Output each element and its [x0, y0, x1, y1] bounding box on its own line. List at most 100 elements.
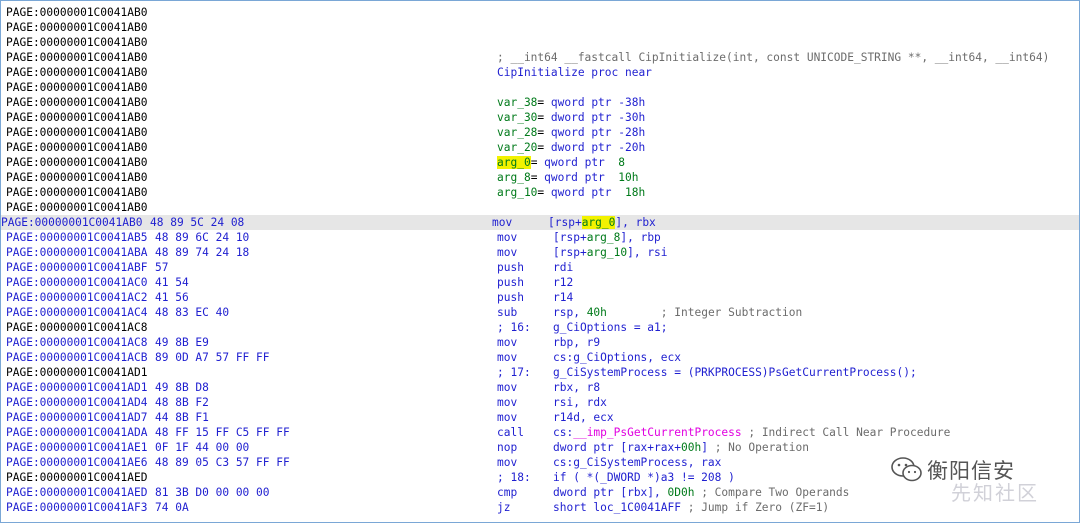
listing-line[interactable]: PAGE:00000001C0041AB0 var_30= dword ptr -… [6, 110, 1073, 125]
listing-line[interactable]: PAGE:00000001C0041AB0 var_28= qword ptr -… [6, 125, 1073, 140]
operand-column: r14d, ecx [553, 410, 614, 425]
listing-line[interactable]: PAGE:00000001C0041AF3 74 0A jz short loc_1C… [6, 500, 1073, 515]
mnemonic: call [497, 426, 524, 439]
operand-column: if ( *(_DWORD *)a3 != 208 ) [553, 470, 735, 485]
listing-line[interactable]: PAGE:00000001C0041AC2 41 56 push r14 [6, 290, 1073, 305]
opcode-bytes: 41 56 [155, 291, 189, 304]
instruction-column: mov [497, 335, 517, 350]
token[interactable]: 10h [618, 171, 638, 184]
operand-column: rbp, r9 [553, 335, 600, 350]
address: PAGE:00000001C0041AB0 [6, 6, 148, 19]
opcode-bytes: 0F 1F 44 00 00 [155, 441, 250, 454]
listing-line[interactable]: PAGE:00000001C0041AB0 arg_0= qword ptr 8 [6, 155, 1073, 170]
token[interactable]: var_20 [497, 141, 537, 154]
listing-line[interactable]: PAGE:00000001C0041AC8 ; 16: g_CiOptions = … [6, 320, 1073, 335]
token: g_CiOptions = a1; [553, 321, 668, 334]
listing-line[interactable]: PAGE:00000001C0041ABF 57 push rdi [6, 260, 1073, 275]
token: qword ptr [544, 156, 619, 169]
instruction-column: mov [497, 455, 517, 470]
token: r14 [553, 291, 574, 304]
comment: ; Jump if Zero (ZF=1) [680, 501, 830, 514]
token[interactable]: 0D0h [668, 486, 695, 499]
instruction-column: mov [497, 410, 517, 425]
token[interactable]: __imp_PsGetCurrentProcess [573, 426, 741, 439]
listing-line[interactable]: PAGE:00000001C0041AB0 [6, 80, 1073, 95]
token: rsp, [553, 306, 587, 319]
token[interactable]: 18h [625, 186, 645, 199]
instruction-column: cmp [497, 485, 517, 500]
token: ] [701, 441, 715, 454]
token[interactable]: var_28 [497, 126, 537, 139]
instruction-column: mov [497, 245, 517, 260]
mnemonic: mov [497, 456, 518, 469]
token: rsi, rdx [553, 396, 607, 409]
instruction-column: var_28= qword ptr -28h [497, 125, 645, 140]
instruction-column: CipInitialize proc near [497, 65, 652, 80]
operand-column: [rsp+arg_0], rbx [548, 215, 656, 230]
listing-line[interactable]: PAGE:00000001C0041AB0 ; __int64 __fastcal… [6, 50, 1073, 65]
token[interactable]: 00h [681, 441, 701, 454]
instruction-column: mov [497, 395, 517, 410]
listing-line[interactable]: PAGE:00000001C0041AB0 var_38= qword ptr -… [6, 95, 1073, 110]
token: ], rsi [627, 246, 668, 259]
instruction-column: ; __int64 __fastcall CipInitialize(int, … [497, 50, 1049, 65]
listing-line[interactable]: PAGE:00000001C0041AE1 0F 1F 44 00 00 nop dw… [6, 440, 1073, 455]
listing-line[interactable]: PAGE:00000001C0041AB0 [6, 35, 1073, 50]
listing-line[interactable]: PAGE:00000001C0041AB0 [6, 20, 1073, 35]
token: r12 [553, 276, 574, 289]
token[interactable]: arg_10 [587, 246, 627, 259]
listing-line[interactable]: PAGE:00000001C0041AB5 48 89 6C 24 10 mov [r… [6, 230, 1073, 245]
mnemonic: sub [497, 306, 518, 319]
token: qword ptr [550, 186, 625, 199]
listing-line[interactable]: PAGE:00000001C0041AC4 48 83 EC 40 sub rsp, … [6, 305, 1073, 320]
mnemonic: mov [497, 246, 518, 259]
token: [rsp+ [553, 231, 587, 244]
operand-column: dword ptr [rbx], 0D0h ; Compare Two Oper… [553, 485, 849, 500]
address: PAGE:00000001C0041AED [6, 486, 148, 499]
instruction-column: var_20= dword ptr -20h [497, 140, 645, 155]
token[interactable]: 40h [587, 306, 607, 319]
listing-line[interactable]: PAGE:00000001C0041AB0 arg_10= qword ptr 1… [6, 185, 1073, 200]
operand-column: rdi [553, 260, 573, 275]
listing-line[interactable]: PAGE:00000001C0041AB0 arg_8= qword ptr 10… [6, 170, 1073, 185]
listing-line[interactable]: PAGE:00000001C0041AC0 41 54 push r12 [6, 275, 1073, 290]
operand-column: cs:g_CiOptions, ecx [553, 350, 681, 365]
token[interactable]: 8 [618, 156, 625, 169]
listing-line[interactable]: PAGE:00000001C0041AB0 [6, 5, 1073, 20]
listing-line[interactable]: PAGE:00000001C0041AB0 48 89 5C 24 08 mov [r… [1, 215, 1079, 230]
disassembly-view[interactable]: PAGE:00000001C0041AB0 PAGE:00000001C0041A… [0, 0, 1080, 523]
listing-line[interactable]: PAGE:00000001C0041AD1 49 8B D8 mov rbx, r8 [6, 380, 1073, 395]
listing-line[interactable]: PAGE:00000001C0041ADA 48 FF 15 FF C5 FF F… [6, 425, 1073, 440]
operand-column: short loc_1C0041AFF ; Jump if Zero (ZF=1… [553, 500, 829, 515]
opcode-bytes: 48 8B F2 [155, 396, 209, 409]
token[interactable]: var_38 [497, 96, 537, 109]
address: PAGE:00000001C0041AC8 [6, 336, 148, 349]
listing-line[interactable]: PAGE:00000001C0041AD7 44 8B F1 mov r14d, ec… [6, 410, 1073, 425]
instruction-column: mov [497, 380, 517, 395]
address: PAGE:00000001C0041AB0 [1, 216, 143, 229]
token[interactable]: arg_0 [497, 156, 531, 169]
token[interactable]: arg_10 [497, 186, 537, 199]
mnemonic: mov [492, 216, 513, 229]
listing-line[interactable]: PAGE:00000001C0041ABA 48 89 74 24 18 mov [r… [6, 245, 1073, 260]
token[interactable]: arg_8 [497, 171, 531, 184]
operand-column: r12 [553, 275, 573, 290]
listing-line[interactable]: PAGE:00000001C0041AB0 [6, 200, 1073, 215]
token[interactable]: arg_0 [581, 216, 616, 229]
listing-line[interactable]: PAGE:00000001C0041AB0 var_20= dword ptr -… [6, 140, 1073, 155]
token: CipInitialize proc near [497, 66, 652, 79]
listing-line[interactable]: PAGE:00000001C0041AD1 ; 17: g_CiSystemProc… [6, 365, 1073, 380]
token[interactable]: arg_8 [587, 231, 621, 244]
instruction-column: ; 17: [497, 365, 531, 380]
address: PAGE:00000001C0041AB0 [6, 201, 148, 214]
listing-line[interactable]: PAGE:00000001C0041AD4 48 8B F2 mov rsi, rdx [6, 395, 1073, 410]
listing-line[interactable]: PAGE:00000001C0041AB0 CipInitialize proc … [6, 65, 1073, 80]
address: PAGE:00000001C0041AB0 [6, 141, 148, 154]
opcode-bytes: 48 FF 15 FF C5 FF FF [155, 426, 290, 439]
token: = [530, 156, 545, 169]
listing-line[interactable]: PAGE:00000001C0041ACB 89 0D A7 57 FF FF mo… [6, 350, 1073, 365]
token: cs: [553, 426, 574, 439]
token[interactable]: var_30 [497, 111, 537, 124]
listing-line[interactable]: PAGE:00000001C0041AC8 49 8B E9 mov rbp, r9 [6, 335, 1073, 350]
address: PAGE:00000001C0041AB0 [6, 171, 148, 184]
